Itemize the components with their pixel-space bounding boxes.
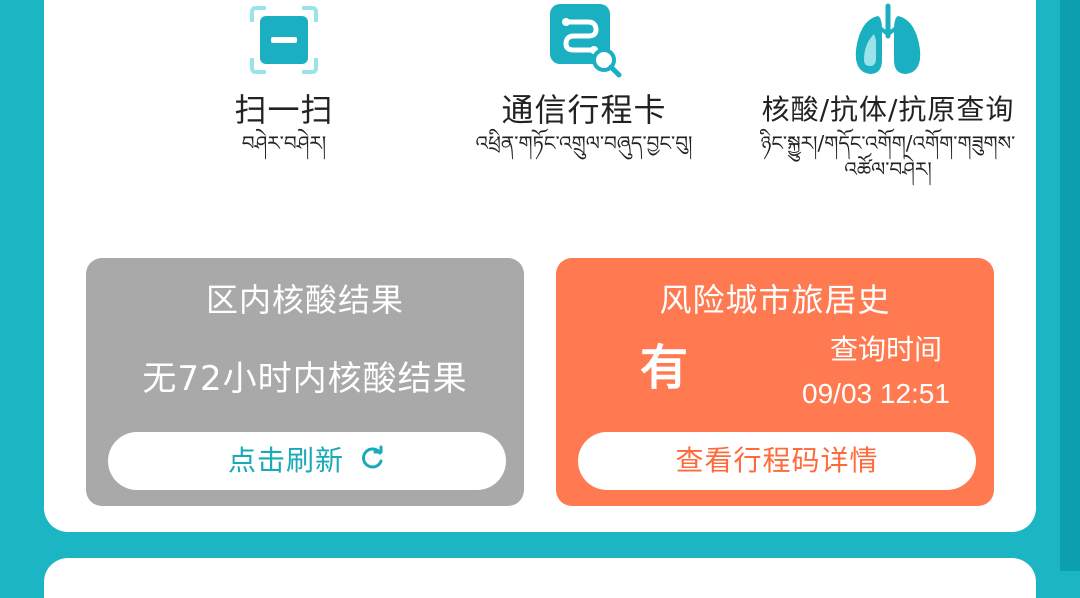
- nucleic-result-panel: 区内核酸结果 无72小时内核酸结果 点击刷新: [86, 258, 524, 506]
- travel-card-icon: [544, 0, 624, 80]
- test-query-label: 核酸/抗体/抗原查询: [761, 93, 1015, 126]
- lungs-icon: [848, 0, 928, 80]
- nucleic-result-message: 无72小时内核酸结果: [142, 359, 468, 399]
- risk-travel-title: 风险城市旅居史: [659, 281, 891, 319]
- nucleic-result-title: 区内核酸结果: [205, 281, 404, 319]
- refresh-icon: [360, 433, 386, 491]
- view-trip-details-label: 查看行程码详情: [675, 444, 879, 477]
- travel-card-label-tibetan: འཕྲིན་གཏོང་འགྲུལ་བཞུད་བྱང་བུ།: [475, 131, 693, 155]
- next-card: [44, 558, 1036, 598]
- refresh-button-label: 点击刷新: [228, 444, 345, 477]
- view-trip-details-button[interactable]: 查看行程码详情: [578, 432, 976, 490]
- scan-icon: [244, 0, 324, 80]
- scan-label: 扫一扫: [234, 91, 334, 129]
- risk-travel-panel: 风险城市旅居史 查询时间 09/03 12:51 查看行程码详情: [556, 258, 994, 506]
- scan-button[interactable]: 扫一扫 བཤེར་བཤེར།: [164, 0, 404, 156]
- test-query-button[interactable]: 核酸/抗体/抗原查询 ཉིང་སྐྱུར།/གདོང་འགོག/འགོག་གཟུ…: [738, 0, 1038, 182]
- travel-card-label: 通信行程卡: [501, 91, 667, 129]
- query-time-value: 09/03 12:51: [802, 378, 950, 409]
- query-time-label: 查询时间: [829, 333, 942, 366]
- risk-status: 有: [640, 340, 689, 396]
- test-query-label-tibetan: ཉིང་སྐྱུར།/གདོང་འགོག/འགོག་གཟུགས་འཚོལ་བཤེ…: [760, 131, 1016, 181]
- refresh-button[interactable]: 点击刷新: [108, 432, 506, 490]
- scrollbar-track: [1060, 0, 1080, 571]
- scan-label-tibetan: བཤེར་བཤེར།: [241, 131, 327, 155]
- travel-card-button[interactable]: 通信行程卡 འཕྲིན་གཏོང་འགྲུལ་བཞུད་བྱང་བུ།: [424, 0, 744, 156]
